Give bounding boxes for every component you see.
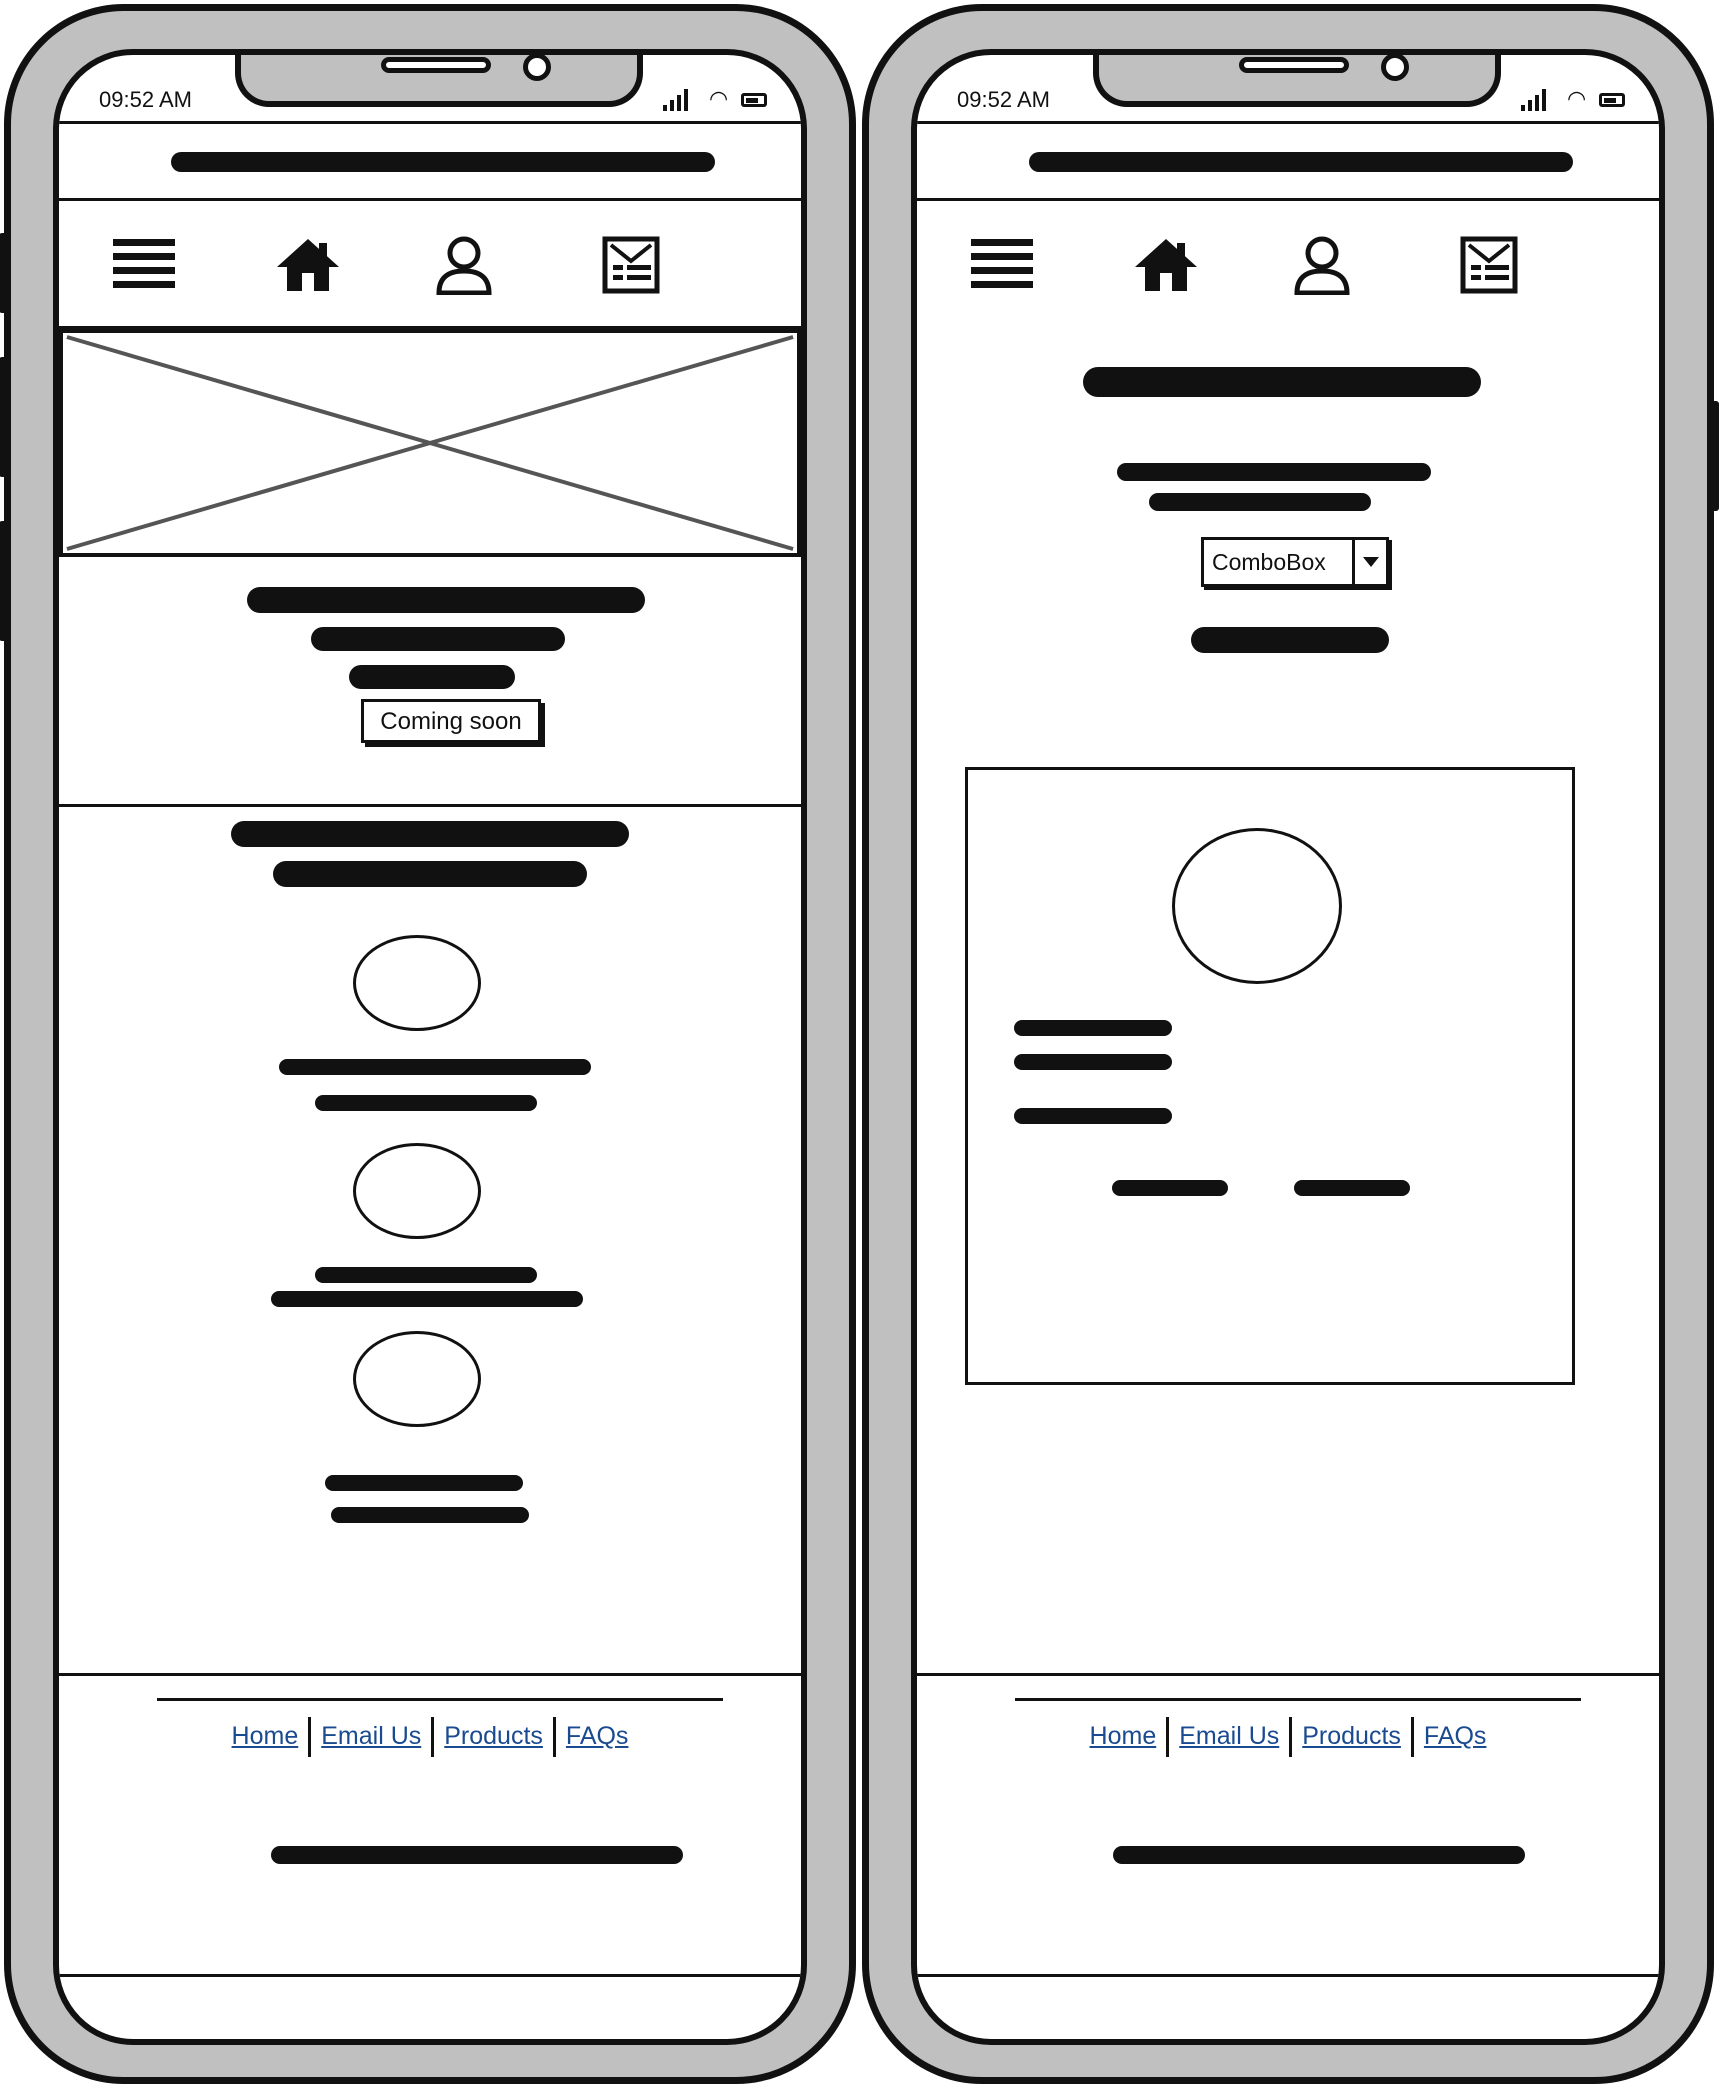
phone-frame-left: 09:52 AM ◠ Coming soon Home Email Us Pro… [0,4,856,2084]
footer-link-email-us[interactable]: Email Us [1169,1716,1289,1756]
placeholder-text [331,1507,529,1523]
header-banner [917,121,1659,201]
phone-frame-right: 09:52 AM ◠ ComboBox Home Email Us Produc… [862,4,1719,2084]
home-icon[interactable] [275,235,341,295]
side-button [0,357,11,477]
header-banner [59,121,801,201]
signal-bar [1528,100,1532,111]
placeholder-text [1014,1020,1172,1036]
status-time: 09:52 AM [957,87,1050,112]
placeholder-text [315,1267,537,1283]
signal-bar [663,105,667,111]
placeholder-text [1014,1054,1172,1070]
placeholder-text [325,1475,523,1491]
placeholder-heading [231,821,629,847]
profile-avatar-circle [1172,828,1342,984]
wifi-icon: ◠ [1567,87,1587,112]
placeholder-heading [1191,627,1389,653]
placeholder-text [1149,493,1371,511]
speaker [381,57,491,73]
profile-card [965,767,1575,1385]
news-icon[interactable] [1457,235,1523,295]
camera [523,55,551,81]
home-icon[interactable] [1133,235,1199,295]
signal-bar [1535,95,1539,111]
image-placeholder [59,329,801,557]
placeholder-heading [273,861,587,887]
status-time: 09:52 AM [99,87,192,112]
footer-link-products[interactable]: Products [434,1716,553,1756]
wifi-icon: ◠ [709,87,729,112]
side-button [0,233,11,313]
placeholder-heading [311,627,565,651]
footer-link-products[interactable]: Products [1292,1716,1411,1756]
placeholder-text [1294,1180,1410,1196]
status-icons: ◠ [1521,85,1631,115]
battery-icon [1599,93,1625,107]
placeholder-text [279,1059,591,1075]
feature-circle [353,1331,481,1427]
footer-link-faqs[interactable]: FAQs [556,1716,639,1756]
footer: Home Email Us Products FAQs [59,1673,801,1977]
footer-link-home[interactable]: Home [1080,1716,1167,1756]
placeholder-text [1014,1108,1172,1124]
battery-icon [741,93,767,107]
camera [1381,55,1409,81]
speaker [1239,57,1349,73]
screen-left: 09:52 AM ◠ Coming soon Home Email Us Pro… [53,49,807,2045]
placeholder-text [315,1095,537,1111]
notch [235,55,643,107]
navbar [917,201,1659,329]
footer-link-home[interactable]: Home [222,1716,309,1756]
placeholder-text [271,1846,683,1864]
feature-circle [353,935,481,1031]
placeholder-heading [247,587,645,613]
coming-soon-button[interactable]: Coming soon [361,699,541,743]
footer-links: Home Email Us Products FAQs [917,1716,1659,1758]
notch [1093,55,1501,107]
navbar [59,201,801,329]
footer: Home Email Us Products FAQs [917,1673,1659,1977]
placeholder-text [171,152,715,172]
combobox[interactable]: ComboBox [1201,537,1389,587]
signal-bar [1521,105,1525,111]
combobox-value: ComboBox [1212,549,1326,575]
feature-circle [353,1143,481,1239]
placeholder-heading [1083,367,1481,397]
placeholder-text [271,1291,583,1307]
placeholder-text [1112,1180,1228,1196]
menu-icon[interactable] [969,235,1035,295]
footer-link-email-us[interactable]: Email Us [311,1716,431,1756]
user-icon[interactable] [431,235,497,295]
footer-divider [157,1698,723,1701]
footer-links: Home Email Us Products FAQs [59,1716,801,1758]
signal-bar [1542,89,1546,111]
signal-bar [670,100,674,111]
placeholder-text [1113,1846,1525,1864]
signal-bar [684,89,688,111]
menu-icon[interactable] [111,235,177,295]
placeholder-text [1117,463,1431,481]
placeholder-text [1029,152,1573,172]
side-button [1707,401,1719,511]
screen-right: 09:52 AM ◠ ComboBox Home Email Us Produc… [911,49,1665,2045]
user-icon[interactable] [1289,235,1355,295]
chevron-down-icon[interactable] [1352,540,1386,584]
status-icons: ◠ [663,85,773,115]
placeholder-heading [349,665,515,689]
signal-bar [677,95,681,111]
footer-link-faqs[interactable]: FAQs [1414,1716,1497,1756]
footer-divider [1015,1698,1581,1701]
news-icon[interactable] [599,235,665,295]
image-placeholder-cross [66,335,794,551]
side-button [0,521,11,641]
